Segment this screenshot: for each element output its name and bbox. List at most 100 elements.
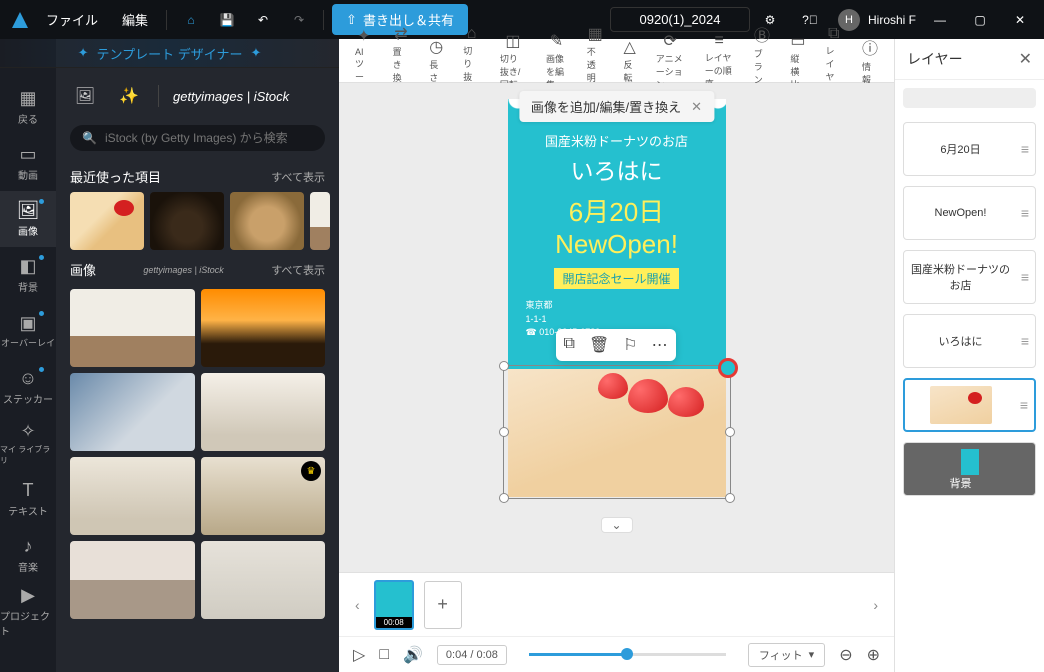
app-logo-icon[interactable] <box>8 8 32 32</box>
timeline-next[interactable]: › <box>869 597 882 613</box>
timeline-add-page[interactable]: + <box>424 581 462 629</box>
save-icon[interactable]: 💾 <box>211 4 243 36</box>
poster-date[interactable]: 6月20日 <box>508 192 726 229</box>
rail-image[interactable]: 🖼 画像 <box>0 191 56 247</box>
stop-icon[interactable]: □ <box>379 646 389 664</box>
drag-handle-icon[interactable]: ≡ <box>1021 269 1029 285</box>
stock-thumb[interactable] <box>201 289 326 367</box>
layer-item[interactable]: 国産米粉ドーナツのお店 ≡ <box>903 250 1036 304</box>
stock-thumb[interactable] <box>70 289 195 367</box>
drag-handle-icon[interactable]: ≡ <box>1020 397 1028 413</box>
poster-addr2: 1-1-1 <box>526 313 726 327</box>
rail-library[interactable]: ✧ マイ ライブラリ <box>0 415 56 471</box>
images-view-all[interactable]: すべて表示 <box>271 262 325 278</box>
rail-sticker[interactable]: ☺ ステッカー <box>0 359 56 415</box>
tool-長さ[interactable]: ◷長さ <box>421 35 451 86</box>
stock-thumb[interactable]: ♛ <box>201 457 326 535</box>
duplicate-icon[interactable]: ⧉ <box>564 335 575 355</box>
fit-selector[interactable]: フィット ▾ <box>748 643 825 667</box>
poster-sale-badge[interactable]: 開店記念セール開催 <box>554 268 678 289</box>
delete-icon[interactable]: 🗑 <box>589 335 609 355</box>
rail-music[interactable]: ♪ 音楽 <box>0 527 56 583</box>
stock-thumb[interactable] <box>70 457 195 535</box>
stock-thumb[interactable] <box>70 373 195 451</box>
more-icon[interactable]: ⋯ <box>652 335 668 355</box>
layer-item[interactable]: NewOpen! ≡ <box>903 186 1036 240</box>
canvas-stage-wrap[interactable]: 国産米粉ドーナツのお店 いろはに 6月20日 NewOpen! 開店記念セール開… <box>339 83 894 572</box>
poster-image[interactable] <box>508 369 726 497</box>
layer-label: 背景 <box>950 475 972 491</box>
sparkle-icon: ✧ <box>20 421 35 442</box>
resize-handle[interactable] <box>725 427 735 437</box>
left-rail: ▦ 戻る ▭ 動画 🖼 画像 ◧ 背景 ▣ オーバーレイ ☺ ステッカー ✧ <box>0 39 56 672</box>
rail-overlay[interactable]: ▣ オーバーレイ <box>0 303 56 359</box>
stock-thumb[interactable] <box>201 541 326 619</box>
menu-edit[interactable]: 編集 <box>112 6 158 33</box>
layer-item-selected[interactable]: ≡ <box>903 378 1036 432</box>
layer-item-background[interactable]: 背景 <box>903 442 1036 496</box>
tool-icon: ⓘ <box>862 35 878 59</box>
playback-knob[interactable] <box>621 648 633 660</box>
bookmark-icon[interactable]: ⚐ <box>623 335 637 355</box>
recent-thumb[interactable] <box>310 192 330 250</box>
poster-title[interactable]: いろはに <box>508 152 726 186</box>
tool-情報[interactable]: ⓘ情報 <box>854 33 886 88</box>
search-icon: 🔍 <box>82 131 97 145</box>
undo-icon[interactable]: ↶ <box>247 4 279 36</box>
context-close-icon[interactable]: ✕ <box>691 99 702 115</box>
resize-handle[interactable] <box>725 493 735 503</box>
menu-file[interactable]: ファイル <box>36 6 108 33</box>
rail-back[interactable]: ▦ 戻る <box>0 79 56 135</box>
layer-label: 6月20日 <box>940 141 980 157</box>
poster-addr1: 東京都 <box>526 299 726 313</box>
canvas-poster[interactable]: 国産米粉ドーナツのお店 いろはに 6月20日 NewOpen! 開店記念セール開… <box>508 99 726 497</box>
playback-slider[interactable] <box>529 653 726 656</box>
tool-icon: ⇄ <box>394 24 407 44</box>
music-icon: ♪ <box>24 536 33 557</box>
selection-toolbar: ⧉ 🗑 ⚐ ⋯ <box>556 329 676 361</box>
zoom-out-icon[interactable]: ⊖ <box>839 645 852 665</box>
recent-thumb[interactable] <box>70 192 144 250</box>
image-source-icon[interactable]: 🖼 <box>70 83 100 109</box>
rail-video[interactable]: ▭ 動画 <box>0 135 56 191</box>
rail-project[interactable]: ▶ プロジェクト <box>0 583 56 639</box>
stock-thumb[interactable] <box>201 373 326 451</box>
volume-icon[interactable]: 🔊 <box>403 645 423 665</box>
tool-icon: Ⓑ <box>754 22 770 46</box>
stock-thumb[interactable] <box>70 541 195 619</box>
tool-反転[interactable]: △反転 <box>615 35 643 86</box>
poster-newopen[interactable]: NewOpen! <box>508 229 726 260</box>
recent-view-all[interactable]: すべて表示 <box>271 169 325 185</box>
layer-item[interactable] <box>903 88 1036 108</box>
recent-thumb[interactable] <box>230 192 304 250</box>
zoom-in-icon[interactable]: ⊕ <box>867 645 880 665</box>
play-icon[interactable]: ▷ <box>353 645 365 665</box>
timeline-prev[interactable]: ‹ <box>351 597 364 613</box>
stock-search-box[interactable]: 🔍 <box>70 125 325 151</box>
timeline-page-thumb[interactable]: 00:08 <box>374 580 414 630</box>
ai-image-icon[interactable]: ✨ <box>114 83 144 109</box>
window-close-icon[interactable]: ✕ <box>1004 4 1036 36</box>
layer-item[interactable]: いろはに ≡ <box>903 314 1036 368</box>
expand-down-handle[interactable]: ⌄ <box>600 517 632 533</box>
window-minimize-icon[interactable]: — <box>924 4 956 36</box>
drag-handle-icon[interactable]: ≡ <box>1021 333 1029 349</box>
rail-back-label: 戻る <box>18 111 38 126</box>
drag-handle-icon[interactable]: ≡ <box>1021 141 1029 157</box>
resize-handle[interactable] <box>725 361 735 371</box>
layer-item[interactable]: 6月20日 ≡ <box>903 122 1036 176</box>
drag-handle-icon[interactable]: ≡ <box>1021 205 1029 221</box>
recent-thumb[interactable] <box>150 192 224 250</box>
layers-close-icon[interactable]: ✕ <box>1019 49 1032 69</box>
rail-text[interactable]: T テキスト <box>0 471 56 527</box>
redo-icon[interactable]: ↷ <box>283 4 315 36</box>
notification-dot <box>39 255 44 260</box>
stock-search-input[interactable] <box>105 131 313 145</box>
tool-icon: ▭ <box>790 31 805 51</box>
window-maximize-icon[interactable]: ▢ <box>964 4 996 36</box>
home-icon[interactable]: ⌂ <box>175 4 207 36</box>
recent-thumbs <box>56 192 339 250</box>
poster-subtitle[interactable]: 国産米粉ドーナツのお店 <box>508 131 726 150</box>
stock-brand-label[interactable]: gettyimages | iStock <box>173 89 289 104</box>
rail-background[interactable]: ◧ 背景 <box>0 247 56 303</box>
